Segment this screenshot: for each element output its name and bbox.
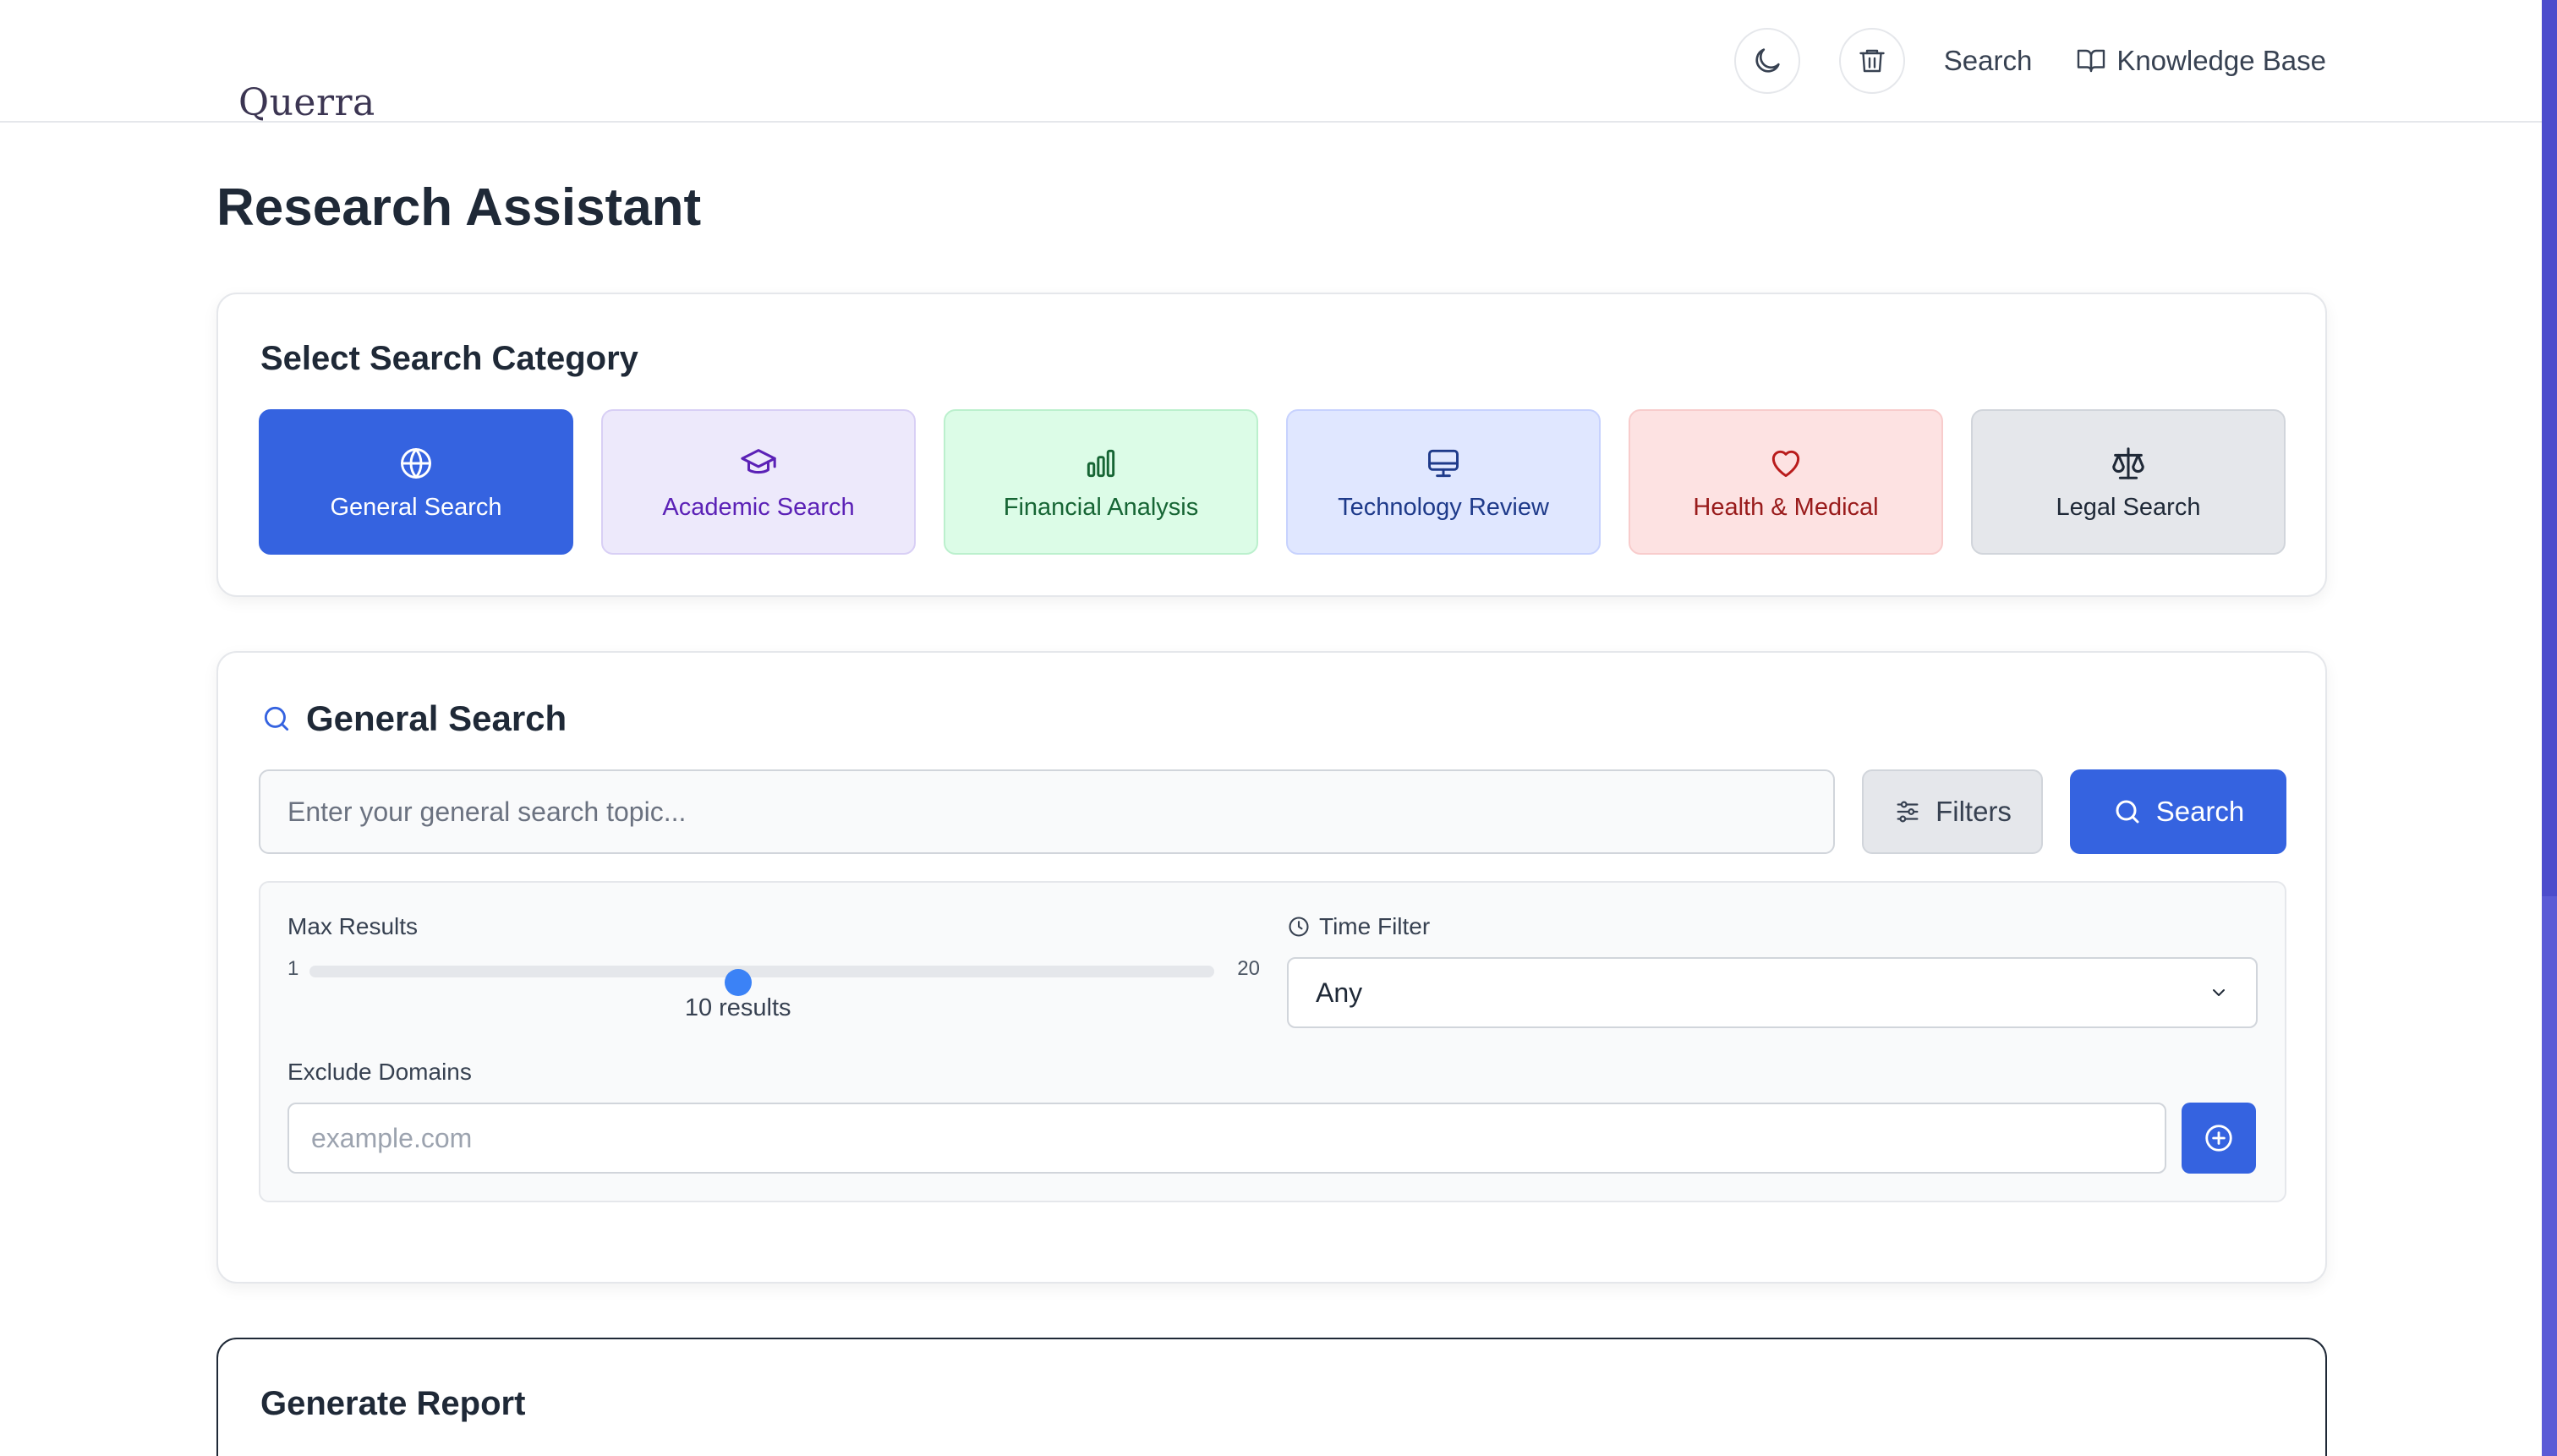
category-legal-search[interactable]: Legal Search (1971, 409, 2286, 555)
search-icon (2116, 800, 2139, 824)
globe-icon (401, 447, 431, 479)
slider-min-label: 1 (287, 957, 299, 980)
page-title: Research Assistant (216, 178, 702, 237)
slider-max-label: 20 (1237, 957, 1260, 980)
theme-toggle-button[interactable] (1733, 28, 1800, 94)
trash-icon (1859, 49, 1885, 73)
max-results-value: 10 results (684, 994, 791, 1021)
slider-thumb[interactable] (724, 969, 752, 996)
plus-circle-icon (2205, 1125, 2232, 1152)
time-filter-label-row: Time Filter (1287, 913, 1430, 940)
search-card-header: General Search (260, 698, 567, 739)
max-results-label: Max Results (287, 913, 419, 939)
category-label: Financial Analysis (1003, 493, 1199, 521)
search-icon (264, 706, 289, 731)
category-list: General Search Academic Search Financial… (259, 409, 2286, 555)
top-header: Querra Search Knowledge Base (0, 0, 2542, 124)
header-actions: Search Knowledge Base (1733, 28, 2326, 94)
chevron-down-icon (2213, 989, 2225, 996)
heart-icon (1771, 450, 1800, 477)
moon-icon (1755, 48, 1780, 73)
nav-knowledge-base-link[interactable]: Knowledge Base (2076, 45, 2326, 77)
search-card-title: General Search (306, 698, 567, 738)
time-filter-value: Any (1316, 977, 1363, 1008)
search-input[interactable] (259, 769, 1835, 854)
app-logo[interactable]: Querra (238, 81, 375, 124)
max-results-slider[interactable]: 1 20 (287, 954, 1260, 996)
exclude-domain-input[interactable] (287, 1103, 2166, 1174)
generate-report-card: Generate Report (216, 1338, 2327, 1456)
category-card-title: Select Search Category (260, 340, 638, 377)
nav-knowledge-base-label: Knowledge Base (2116, 45, 2326, 76)
category-label: General Search (330, 493, 502, 521)
slider-track[interactable] (309, 966, 1214, 996)
category-label: Technology Review (1338, 493, 1549, 521)
clear-history-button[interactable] (1838, 28, 1905, 94)
category-label: Health & Medical (1693, 493, 1879, 521)
monitor-icon (1428, 449, 1459, 477)
time-filter-label: Time Filter (1319, 913, 1431, 939)
nav-search-link[interactable]: Search (1944, 45, 2033, 77)
sliders-icon (1897, 801, 1919, 823)
book-icon (2078, 49, 2105, 73)
graduation-cap-icon (741, 448, 776, 473)
bar-chart-icon (1087, 449, 1115, 477)
page: Querra Search Knowledge Base Research As… (0, 0, 2542, 1456)
scale-icon (2112, 446, 2144, 479)
add-domain-button[interactable] (2182, 1103, 2256, 1174)
category-card: Select Search Category General Search Ac… (216, 293, 2327, 597)
filters-panel: Max Results 1 20 10 results Time Filter … (259, 881, 2286, 1202)
category-financial-analysis[interactable]: Financial Analysis (944, 409, 1258, 555)
filters-button[interactable]: Filters (1862, 769, 2043, 854)
search-button-label: Search (2155, 796, 2245, 827)
time-filter-select[interactable]: Any (1287, 957, 2258, 1028)
generate-report-title: Generate Report (260, 1385, 526, 1422)
category-technology-review[interactable]: Technology Review (1286, 409, 1601, 555)
exclude-domains-label: Exclude Domains (287, 1059, 472, 1085)
search-button[interactable]: Search (2070, 769, 2286, 854)
category-label: Academic Search (662, 493, 855, 521)
clock-icon (1289, 917, 1309, 937)
scrollbar-thumb[interactable] (2542, 0, 2557, 896)
scrollbar-track[interactable] (2542, 0, 2557, 1456)
category-health-medical[interactable]: Health & Medical (1629, 409, 1943, 555)
search-card: General Search Filters Search Max Result… (216, 651, 2327, 1284)
category-general-search[interactable]: General Search (259, 409, 573, 555)
filters-button-label: Filters (1936, 796, 2012, 827)
category-academic-search[interactable]: Academic Search (601, 409, 916, 555)
category-label: Legal Search (2056, 493, 2201, 521)
